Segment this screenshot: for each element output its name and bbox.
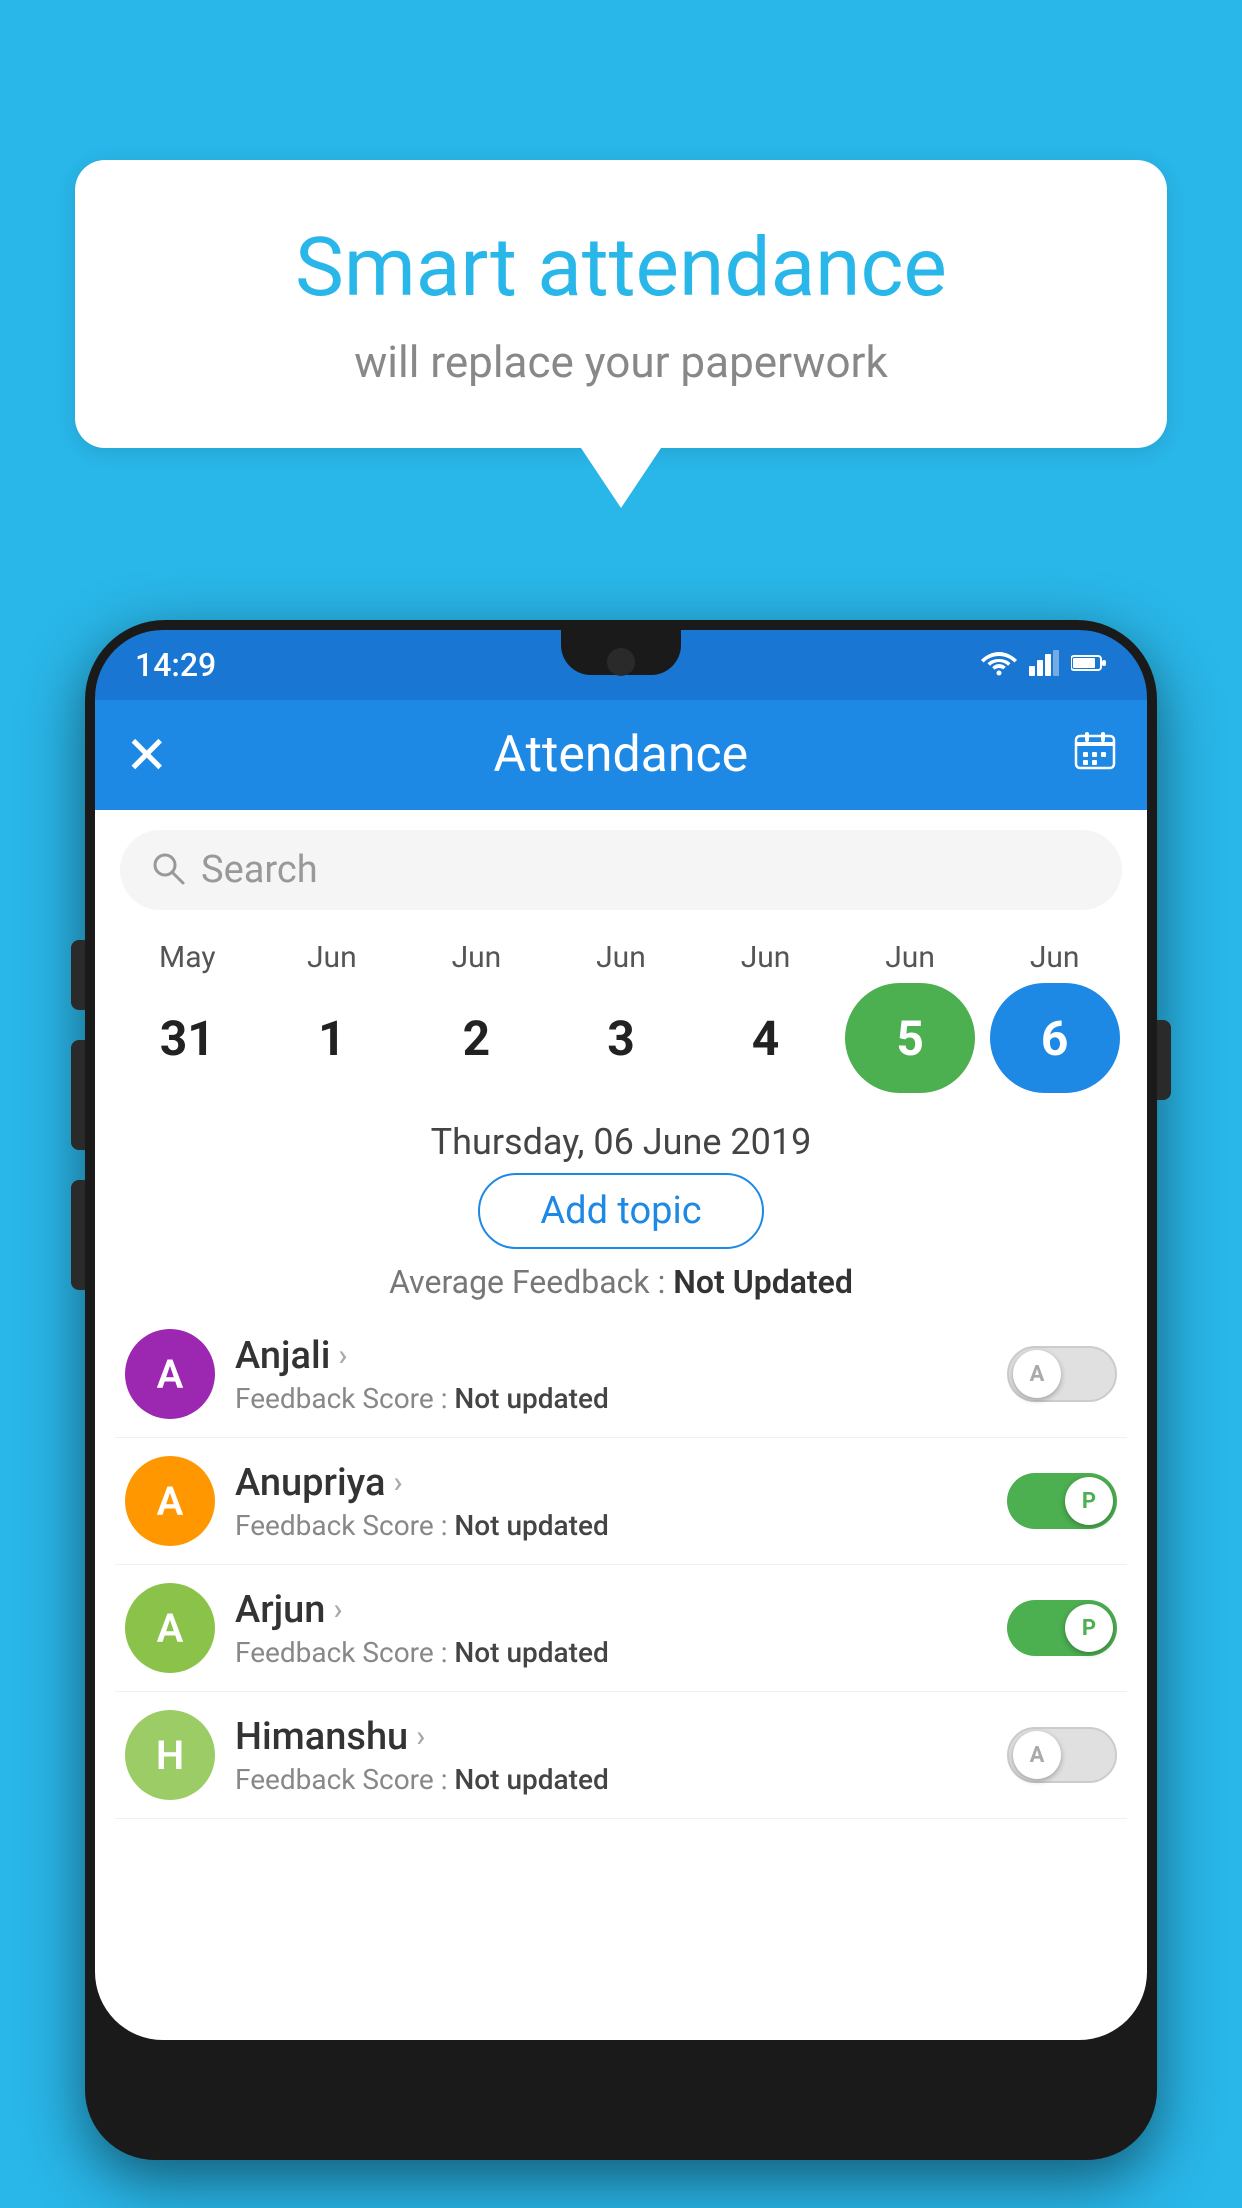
search-input[interactable]: Search	[201, 848, 318, 892]
avatar-arjun: A	[125, 1583, 215, 1673]
wifi-icon	[981, 650, 1017, 680]
speech-bubble-container: Smart attendance will replace your paper…	[75, 160, 1167, 508]
avatar-anjali: A	[125, 1329, 215, 1419]
month-0: May	[122, 940, 252, 975]
side-button-top	[71, 940, 85, 1010]
student-feedback-arjun: Feedback Score : Not updated	[235, 1636, 987, 1669]
date-months-row: May Jun Jun Jun Jun Jun Jun	[115, 940, 1127, 975]
student-item-himanshu[interactable]: H Himanshu › Feedback Score : Not update…	[115, 1692, 1127, 1819]
toggle-himanshu[interactable]: A	[1007, 1727, 1117, 1783]
date-6-selected[interactable]: 6	[990, 983, 1120, 1093]
chevron-arjun: ›	[333, 1592, 342, 1627]
speech-bubble-title: Smart attendance	[155, 220, 1087, 316]
student-info-anupriya: Anupriya › Feedback Score : Not updated	[235, 1461, 987, 1542]
chevron-anjali: ›	[338, 1338, 347, 1373]
student-feedback-himanshu: Feedback Score : Not updated	[235, 1763, 987, 1796]
calendar-strip: May Jun Jun Jun Jun Jun Jun 31 1 2 3 4 5…	[95, 920, 1147, 1103]
app-title: Attendance	[169, 726, 1073, 784]
student-item-anupriya[interactable]: A Anupriya › Feedback Score : Not update…	[115, 1438, 1127, 1565]
chevron-himanshu: ›	[416, 1719, 425, 1754]
selected-date-label: Thursday, 06 June 2019	[95, 1121, 1147, 1163]
date-31[interactable]: 31	[122, 983, 252, 1093]
add-topic-button[interactable]: Add topic	[478, 1173, 763, 1249]
front-camera	[607, 648, 635, 676]
toggle-anjali[interactable]: A	[1007, 1346, 1117, 1402]
avatar-anupriya: A	[125, 1456, 215, 1546]
phone-notch	[561, 630, 681, 675]
speech-bubble-tail	[581, 448, 661, 508]
student-list: A Anjali › Feedback Score : Not updated …	[95, 1311, 1147, 1819]
date-3[interactable]: 3	[556, 983, 686, 1093]
volume-up-button[interactable]	[71, 1040, 85, 1150]
power-button[interactable]	[1157, 1020, 1171, 1100]
signal-icon	[1029, 650, 1059, 680]
calendar-icon[interactable]	[1073, 728, 1117, 783]
date-numbers-row: 31 1 2 3 4 5 6	[115, 983, 1127, 1093]
date-5-today[interactable]: 5	[845, 983, 975, 1093]
app-bar: ✕ Attendance	[95, 700, 1147, 810]
search-bar[interactable]: Search	[120, 830, 1122, 910]
student-feedback-anjali: Feedback Score : Not updated	[235, 1382, 987, 1415]
date-4[interactable]: 4	[701, 983, 831, 1093]
close-button[interactable]: ✕	[125, 725, 169, 786]
student-info-arjun: Arjun › Feedback Score : Not updated	[235, 1588, 987, 1669]
student-info-anjali: Anjali › Feedback Score : Not updated	[235, 1334, 987, 1415]
phone-frame: 14:29	[85, 620, 1157, 2160]
student-name-himanshu: Himanshu ›	[235, 1715, 987, 1759]
screen-content: ✕ Attendance	[95, 700, 1147, 2040]
student-item-anjali[interactable]: A Anjali › Feedback Score : Not updated …	[115, 1311, 1127, 1438]
volume-down-button[interactable]	[71, 1180, 85, 1290]
average-feedback: Average Feedback : Not Updated	[95, 1263, 1147, 1301]
search-icon	[150, 850, 186, 890]
avg-feedback-value: Not Updated	[673, 1263, 853, 1301]
month-2: Jun	[411, 940, 541, 975]
toggle-anupriya[interactable]: P	[1007, 1473, 1117, 1529]
status-icons	[981, 650, 1107, 680]
avatar-himanshu: H	[125, 1710, 215, 1800]
status-time: 14:29	[135, 646, 216, 684]
student-name-anjali: Anjali ›	[235, 1334, 987, 1378]
student-name-anupriya: Anupriya ›	[235, 1461, 987, 1505]
month-3: Jun	[556, 940, 686, 975]
speech-bubble-subtitle: will replace your paperwork	[155, 336, 1087, 388]
month-4: Jun	[701, 940, 831, 975]
battery-icon	[1071, 653, 1107, 677]
student-feedback-anupriya: Feedback Score : Not updated	[235, 1509, 987, 1542]
month-6: Jun	[990, 940, 1120, 975]
avg-feedback-label: Average Feedback :	[389, 1263, 665, 1301]
date-1[interactable]: 1	[267, 983, 397, 1093]
speech-bubble: Smart attendance will replace your paper…	[75, 160, 1167, 448]
month-1: Jun	[267, 940, 397, 975]
month-5: Jun	[845, 940, 975, 975]
student-item-arjun[interactable]: A Arjun › Feedback Score : Not updated P	[115, 1565, 1127, 1692]
student-info-himanshu: Himanshu › Feedback Score : Not updated	[235, 1715, 987, 1796]
chevron-anupriya: ›	[393, 1465, 402, 1500]
toggle-arjun[interactable]: P	[1007, 1600, 1117, 1656]
phone-container: 14:29	[85, 620, 1157, 2208]
student-name-arjun: Arjun ›	[235, 1588, 987, 1632]
date-2[interactable]: 2	[411, 983, 541, 1093]
